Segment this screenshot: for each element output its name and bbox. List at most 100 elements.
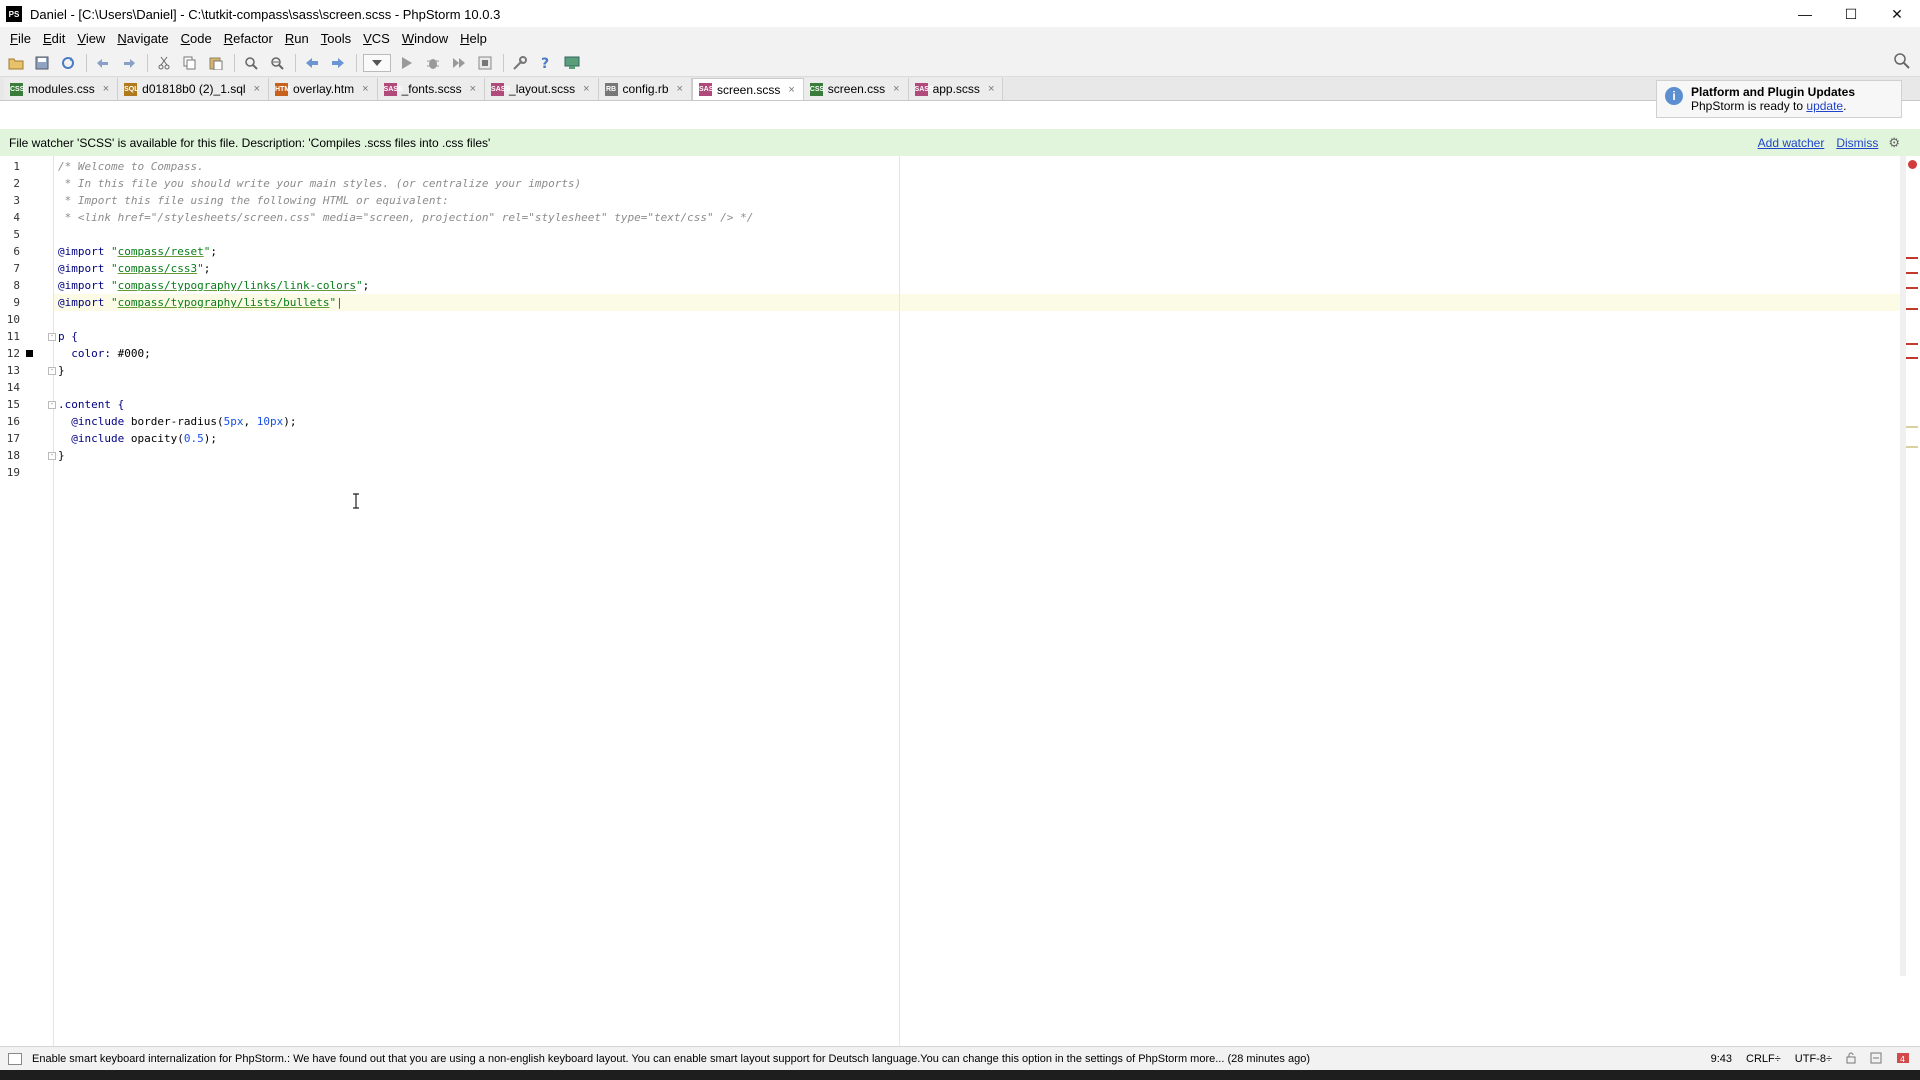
line-number[interactable]: 15 (0, 398, 20, 411)
editor-tab[interactable]: CSS modules.css × (4, 78, 119, 100)
caret-position[interactable]: 9:43 (1711, 1053, 1732, 1065)
editor-tab[interactable]: SASS _layout.scss × (485, 78, 599, 100)
code-line[interactable]: * Import this file using the following H… (58, 192, 449, 209)
menu-navigate[interactable]: Navigate (111, 31, 174, 46)
code-line[interactable]: } (58, 362, 65, 379)
close-tab-icon[interactable]: × (103, 83, 109, 95)
line-number[interactable]: 17 (0, 432, 20, 445)
error-stripe-mark[interactable] (1906, 357, 1918, 359)
debug-icon[interactable] (423, 53, 443, 73)
forward-icon[interactable] (328, 53, 348, 73)
error-indicator-icon[interactable] (1908, 160, 1917, 169)
menu-edit[interactable]: Edit (37, 31, 71, 46)
error-stripe-mark[interactable] (1906, 272, 1918, 274)
close-tab-icon[interactable]: × (583, 83, 589, 95)
stop-icon[interactable] (475, 53, 495, 73)
add-watcher-link[interactable]: Add watcher (1758, 136, 1825, 150)
menu-run[interactable]: Run (279, 31, 315, 46)
maximize-button[interactable]: ☐ (1828, 0, 1874, 28)
find-icon[interactable] (241, 53, 261, 73)
code-line[interactable]: @import "compass/typography/links/link-c… (58, 277, 369, 294)
line-separator[interactable]: CRLF÷ (1746, 1053, 1781, 1065)
line-number[interactable]: 5 (0, 228, 20, 241)
update-notification[interactable]: i Platform and Plugin Updates PhpStorm i… (1656, 80, 1902, 118)
save-all-icon[interactable] (32, 53, 52, 73)
menu-tools[interactable]: Tools (315, 31, 357, 46)
code-line[interactable]: /* Welcome to Compass. (58, 158, 204, 175)
menu-help[interactable]: Help (454, 31, 493, 46)
update-link[interactable]: update (1806, 99, 1843, 113)
warning-stripe-mark[interactable] (1906, 446, 1918, 448)
close-tab-icon[interactable]: × (254, 83, 260, 95)
fold-marker-icon[interactable]: - (48, 401, 56, 409)
editor-tab[interactable]: SASS screen.scss × (691, 78, 804, 100)
paste-icon[interactable] (206, 53, 226, 73)
close-tab-icon[interactable]: × (470, 83, 476, 95)
code-line[interactable]: * <link href="/stylesheets/screen.css" m… (58, 209, 754, 226)
line-number[interactable]: 8 (0, 279, 20, 292)
line-number[interactable]: 13 (0, 364, 20, 377)
lock-icon[interactable] (1846, 1052, 1856, 1067)
line-number[interactable]: 9 (0, 296, 20, 309)
editor-tab[interactable]: HTM overlay.htm × (269, 78, 378, 100)
menu-vcs[interactable]: VCS (357, 31, 396, 46)
close-tab-icon[interactable]: × (788, 84, 794, 96)
settings-icon[interactable] (510, 53, 530, 73)
error-stripe-mark[interactable] (1906, 308, 1918, 310)
editor-tab[interactable]: CSS screen.css × (803, 78, 909, 100)
line-number[interactable]: 11 (0, 330, 20, 343)
error-stripe-mark[interactable] (1906, 343, 1918, 345)
search-icon[interactable] (1894, 53, 1910, 72)
line-number[interactable]: 18 (0, 449, 20, 462)
line-number[interactable]: 14 (0, 381, 20, 394)
synchronize-icon[interactable] (58, 53, 78, 73)
line-number[interactable]: 12 (0, 347, 20, 360)
line-number[interactable]: 4 (0, 211, 20, 224)
line-number[interactable]: 16 (0, 415, 20, 428)
close-tab-icon[interactable]: × (988, 83, 994, 95)
fold-marker-icon[interactable]: - (48, 333, 56, 341)
code-line[interactable]: p { (58, 328, 78, 345)
line-number[interactable]: 1 (0, 160, 20, 173)
code-line[interactable]: @import "compass/reset"; (58, 243, 217, 260)
line-number[interactable]: 19 (0, 466, 20, 479)
editor-tab[interactable]: SASS app.scss × (908, 78, 1004, 100)
line-number[interactable]: 10 (0, 313, 20, 326)
warning-stripe-mark[interactable] (1906, 426, 1918, 428)
close-tab-icon[interactable]: × (362, 83, 368, 95)
code-line[interactable]: @import "compass/typography/lists/bullet… (58, 294, 343, 311)
replace-icon[interactable] (267, 53, 287, 73)
open-folder-icon[interactable] (6, 53, 26, 73)
editor-tab[interactable]: SASS _fonts.scss × (377, 78, 486, 100)
code-line[interactable]: .content { (58, 396, 124, 413)
line-number[interactable]: 6 (0, 245, 20, 258)
run-icon[interactable] (397, 53, 417, 73)
cut-icon[interactable] (154, 53, 174, 73)
error-stripe[interactable] (1906, 156, 1920, 1046)
fold-marker-icon[interactable]: - (48, 367, 56, 375)
dismiss-link[interactable]: Dismiss (1836, 136, 1878, 150)
undo-icon[interactable] (93, 53, 113, 73)
status-message[interactable]: Enable smart keyboard internalization fo… (32, 1053, 1422, 1065)
code-line[interactable]: } (58, 447, 65, 464)
run-config-dropdown[interactable] (363, 53, 391, 72)
coverage-icon[interactable] (449, 53, 469, 73)
menu-code[interactable]: Code (175, 31, 218, 46)
editor-gutter[interactable]: 1 2 3 4 5 6 7 8 9 10 11 12 13 14 15 16 17 18 19- - - - (0, 156, 56, 1046)
menu-file[interactable]: File (4, 31, 37, 46)
code-area[interactable]: /* Welcome to Compass. * In this file yo… (58, 156, 1878, 1046)
redo-icon[interactable] (119, 53, 139, 73)
close-window-button[interactable]: ✕ (1874, 0, 1920, 28)
inspector-icon[interactable] (1870, 1052, 1882, 1067)
menu-window[interactable]: Window (396, 31, 454, 46)
error-stripe-mark[interactable] (1906, 287, 1918, 289)
close-tab-icon[interactable]: × (893, 83, 899, 95)
minimize-button[interactable]: — (1782, 0, 1828, 28)
copy-icon[interactable] (180, 53, 200, 73)
editor-tab[interactable]: SQL d01818b0 (2)_1.sql × (118, 78, 269, 100)
status-message-icon[interactable] (8, 1052, 22, 1065)
code-line[interactable]: color: #000; (58, 345, 151, 362)
line-number[interactable]: 2 (0, 177, 20, 190)
code-line[interactable]: @include border-radius(5px, 10px); (58, 413, 296, 430)
file-encoding[interactable]: UTF-8÷ (1795, 1053, 1832, 1065)
